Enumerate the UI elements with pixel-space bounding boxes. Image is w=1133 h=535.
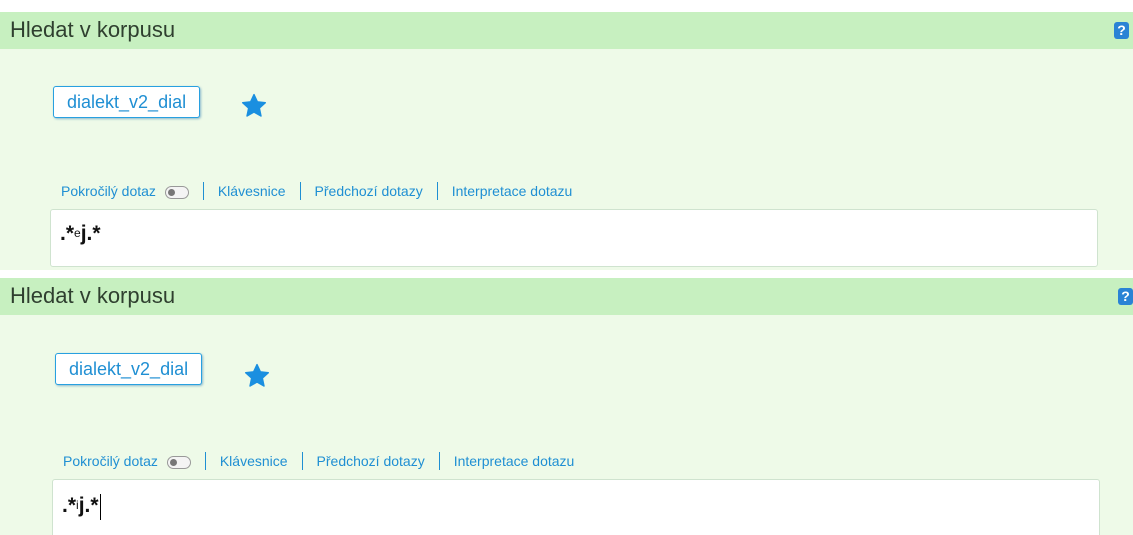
query-part: .* bbox=[60, 222, 75, 245]
corpus-button[interactable]: dialekt_v2_dial bbox=[53, 86, 201, 118]
query-input[interactable]: .* e j.* bbox=[50, 209, 1098, 267]
star-icon[interactable] bbox=[243, 362, 271, 390]
query-part: j.* bbox=[80, 222, 101, 245]
interpretation-link[interactable]: Interpretace dotazu bbox=[452, 183, 573, 199]
separator bbox=[438, 452, 440, 470]
text-cursor bbox=[99, 494, 101, 520]
star-icon[interactable] bbox=[240, 92, 268, 120]
panel-title: Hledat v korpusu bbox=[10, 17, 176, 42]
query-text: .* i j.* bbox=[62, 492, 101, 520]
separator bbox=[301, 452, 303, 470]
interpretation-link[interactable]: Interpretace dotazu bbox=[454, 453, 575, 469]
history-link[interactable]: Předchozí dotazy bbox=[317, 453, 425, 469]
toggle-switch-icon[interactable] bbox=[166, 455, 191, 469]
advanced-query-label: Pokročilý dotaz bbox=[63, 453, 158, 469]
query-options-bar: Pokročilý dotaz Klávesnice Předchozí dot… bbox=[61, 182, 572, 200]
keyboard-link[interactable]: Klávesnice bbox=[218, 183, 286, 199]
query-part-small: e bbox=[74, 226, 81, 240]
query-text: .* e j.* bbox=[60, 222, 101, 246]
separator bbox=[202, 182, 204, 200]
help-icon[interactable]: ? bbox=[1118, 288, 1133, 305]
panel-title: Hledat v korpusu bbox=[10, 283, 176, 308]
keyboard-link[interactable]: Klávesnice bbox=[220, 453, 288, 469]
query-options-bar: Pokročilý dotaz Klávesnice Předchozí dot… bbox=[63, 452, 574, 470]
query-part: .* bbox=[62, 494, 77, 517]
panel-header: Hledat v korpusu ? bbox=[0, 278, 1133, 315]
corpus-button[interactable]: dialekt_v2_dial bbox=[55, 353, 203, 385]
query-part-small: i bbox=[76, 498, 79, 512]
toggle-switch-icon[interactable] bbox=[164, 185, 189, 199]
separator bbox=[299, 182, 301, 200]
separator bbox=[436, 182, 438, 200]
query-input[interactable]: .* i j.* bbox=[52, 479, 1100, 535]
help-icon[interactable]: ? bbox=[1114, 22, 1129, 39]
panel-header: Hledat v korpusu ? bbox=[0, 12, 1133, 49]
history-link[interactable]: Předchozí dotazy bbox=[315, 183, 423, 199]
advanced-query-link[interactable]: Pokročilý dotaz bbox=[63, 453, 191, 469]
query-part: j.* bbox=[78, 494, 99, 517]
advanced-query-link[interactable]: Pokročilý dotaz bbox=[61, 183, 189, 199]
separator bbox=[204, 452, 206, 470]
advanced-query-label: Pokročilý dotaz bbox=[61, 183, 156, 199]
search-panel-1: Hledat v korpusu ? dialekt_v2_dial Pokro… bbox=[0, 12, 1133, 270]
search-panel-2: Hledat v korpusu ? dialekt_v2_dial Pokro… bbox=[0, 278, 1133, 535]
